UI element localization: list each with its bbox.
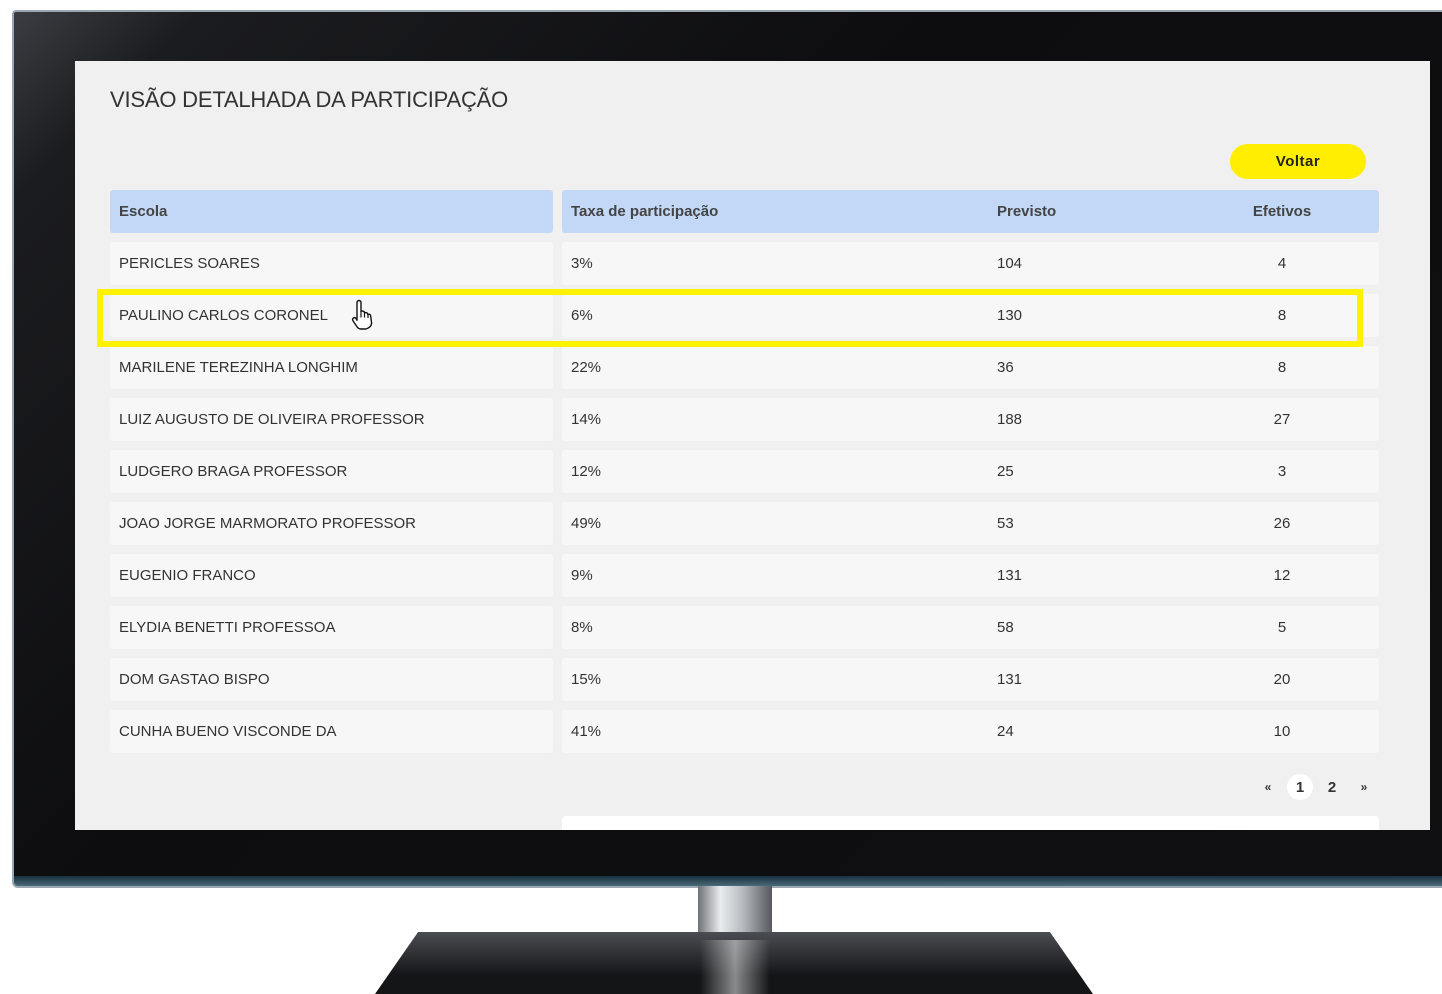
- table-header: Escola Taxa de participação Previsto Efe…: [110, 190, 1379, 233]
- table-row[interactable]: CUNHA BUENO VISCONDE DA 41% 24 10: [110, 710, 1379, 753]
- participation-rate: 14%: [571, 411, 602, 428]
- header-rate[interactable]: Taxa de participação: [571, 190, 718, 233]
- pagination: « 1 2 »: [1255, 772, 1377, 802]
- table-row[interactable]: LUIZ AUGUSTO DE OLIVEIRA PROFESSOR 14% 1…: [110, 398, 1379, 441]
- expected-count: 25: [997, 463, 1014, 480]
- page-title: VISÃO DETALHADA DA PARTICIPAÇÃO: [110, 87, 509, 112]
- participation-rate: 15%: [571, 671, 602, 688]
- header-school[interactable]: Escola: [110, 190, 553, 233]
- pagination-next[interactable]: »: [1351, 774, 1377, 800]
- expected-count: 36: [997, 359, 1014, 376]
- row-values: 15% 131 20: [562, 658, 1379, 701]
- table-row[interactable]: ELYDIA BENETTI PROFESSOA 8% 58 5: [110, 606, 1379, 649]
- hand-pointer-icon: [351, 299, 373, 330]
- participation-rate: 6%: [571, 307, 593, 324]
- table-row[interactable]: JOAO JORGE MARMORATO PROFESSOR 49% 53 26: [110, 502, 1379, 545]
- school-name[interactable]: PAULINO CARLOS CORONEL: [110, 294, 553, 337]
- table-row[interactable]: EUGENIO FRANCO 9% 131 12: [110, 554, 1379, 597]
- bottom-panel-edge: [562, 816, 1379, 830]
- school-name[interactable]: PERICLES SOARES: [110, 242, 553, 285]
- school-name[interactable]: MARILENE TEREZINHA LONGHIM: [110, 346, 553, 389]
- effective-count: 20: [1273, 671, 1291, 688]
- screen: VISÃO DETALHADA DA PARTICIPAÇÃO Voltar E…: [75, 61, 1430, 830]
- participation-rate: 9%: [571, 567, 593, 584]
- effective-count: 4: [1277, 255, 1287, 272]
- effective-count: 27: [1273, 411, 1291, 428]
- expected-count: 58: [997, 619, 1014, 636]
- school-name[interactable]: DOM GASTAO BISPO: [110, 658, 553, 701]
- participation-rate: 12%: [571, 463, 602, 480]
- participation-rate: 49%: [571, 515, 602, 532]
- expected-count: 24: [997, 723, 1014, 740]
- participation-rate: 8%: [571, 619, 593, 636]
- effective-count: 26: [1273, 515, 1291, 532]
- effective-count: 8: [1277, 307, 1287, 324]
- row-values: 14% 188 27: [562, 398, 1379, 441]
- table-row[interactable]: PAULINO CARLOS CORONEL 6% 130 8: [110, 294, 1379, 337]
- table-row[interactable]: PERICLES SOARES 3% 104 4: [110, 242, 1379, 285]
- expected-count: 104: [997, 255, 1023, 272]
- page-1[interactable]: 1: [1287, 774, 1313, 800]
- row-values: 41% 24 10: [562, 710, 1379, 753]
- back-button[interactable]: Voltar: [1230, 144, 1366, 179]
- header-group: Taxa de participação Previsto Efetivos: [562, 190, 1379, 233]
- participation-table: Escola Taxa de participação Previsto Efe…: [110, 190, 1379, 762]
- table-row[interactable]: MARILENE TEREZINHA LONGHIM 22% 36 8: [110, 346, 1379, 389]
- school-name[interactable]: CUNHA BUENO VISCONDE DA: [110, 710, 553, 753]
- row-values: 22% 36 8: [562, 346, 1379, 389]
- school-name[interactable]: LUIZ AUGUSTO DE OLIVEIRA PROFESSOR: [110, 398, 553, 441]
- monitor-stand-shine: [700, 940, 770, 994]
- row-values: 3% 104 4: [562, 242, 1379, 285]
- expected-count: 188: [997, 411, 1023, 428]
- school-name[interactable]: EUGENIO FRANCO: [110, 554, 553, 597]
- table-row[interactable]: LUDGERO BRAGA PROFESSOR 12% 25 3: [110, 450, 1379, 493]
- effective-count: 8: [1277, 359, 1287, 376]
- participation-rate: 41%: [571, 723, 602, 740]
- effective-count: 5: [1277, 619, 1287, 636]
- expected-count: 53: [997, 515, 1014, 532]
- monitor-frame: VISÃO DETALHADA DA PARTICIPAÇÃO Voltar E…: [12, 10, 1442, 888]
- school-name[interactable]: ELYDIA BENETTI PROFESSOA: [110, 606, 553, 649]
- page-2[interactable]: 2: [1319, 774, 1345, 800]
- pagination-prev[interactable]: «: [1255, 774, 1281, 800]
- effective-count: 10: [1273, 723, 1291, 740]
- table-row[interactable]: DOM GASTAO BISPO 15% 131 20: [110, 658, 1379, 701]
- school-name[interactable]: JOAO JORGE MARMORATO PROFESSOR: [110, 502, 553, 545]
- effective-count: 12: [1273, 567, 1291, 584]
- row-values: 49% 53 26: [562, 502, 1379, 545]
- participation-rate: 3%: [571, 255, 593, 272]
- effective-count: 3: [1277, 463, 1287, 480]
- row-values: 6% 130 8: [562, 294, 1379, 337]
- participation-rate: 22%: [571, 359, 602, 376]
- expected-count: 131: [997, 567, 1023, 584]
- school-name[interactable]: LUDGERO BRAGA PROFESSOR: [110, 450, 553, 493]
- row-values: 12% 25 3: [562, 450, 1379, 493]
- row-values: 9% 131 12: [562, 554, 1379, 597]
- expected-count: 130: [997, 307, 1023, 324]
- row-values: 8% 58 5: [562, 606, 1379, 649]
- expected-count: 131: [997, 671, 1023, 688]
- header-effective[interactable]: Efetivos: [1222, 190, 1342, 233]
- header-expected[interactable]: Previsto: [997, 190, 1056, 233]
